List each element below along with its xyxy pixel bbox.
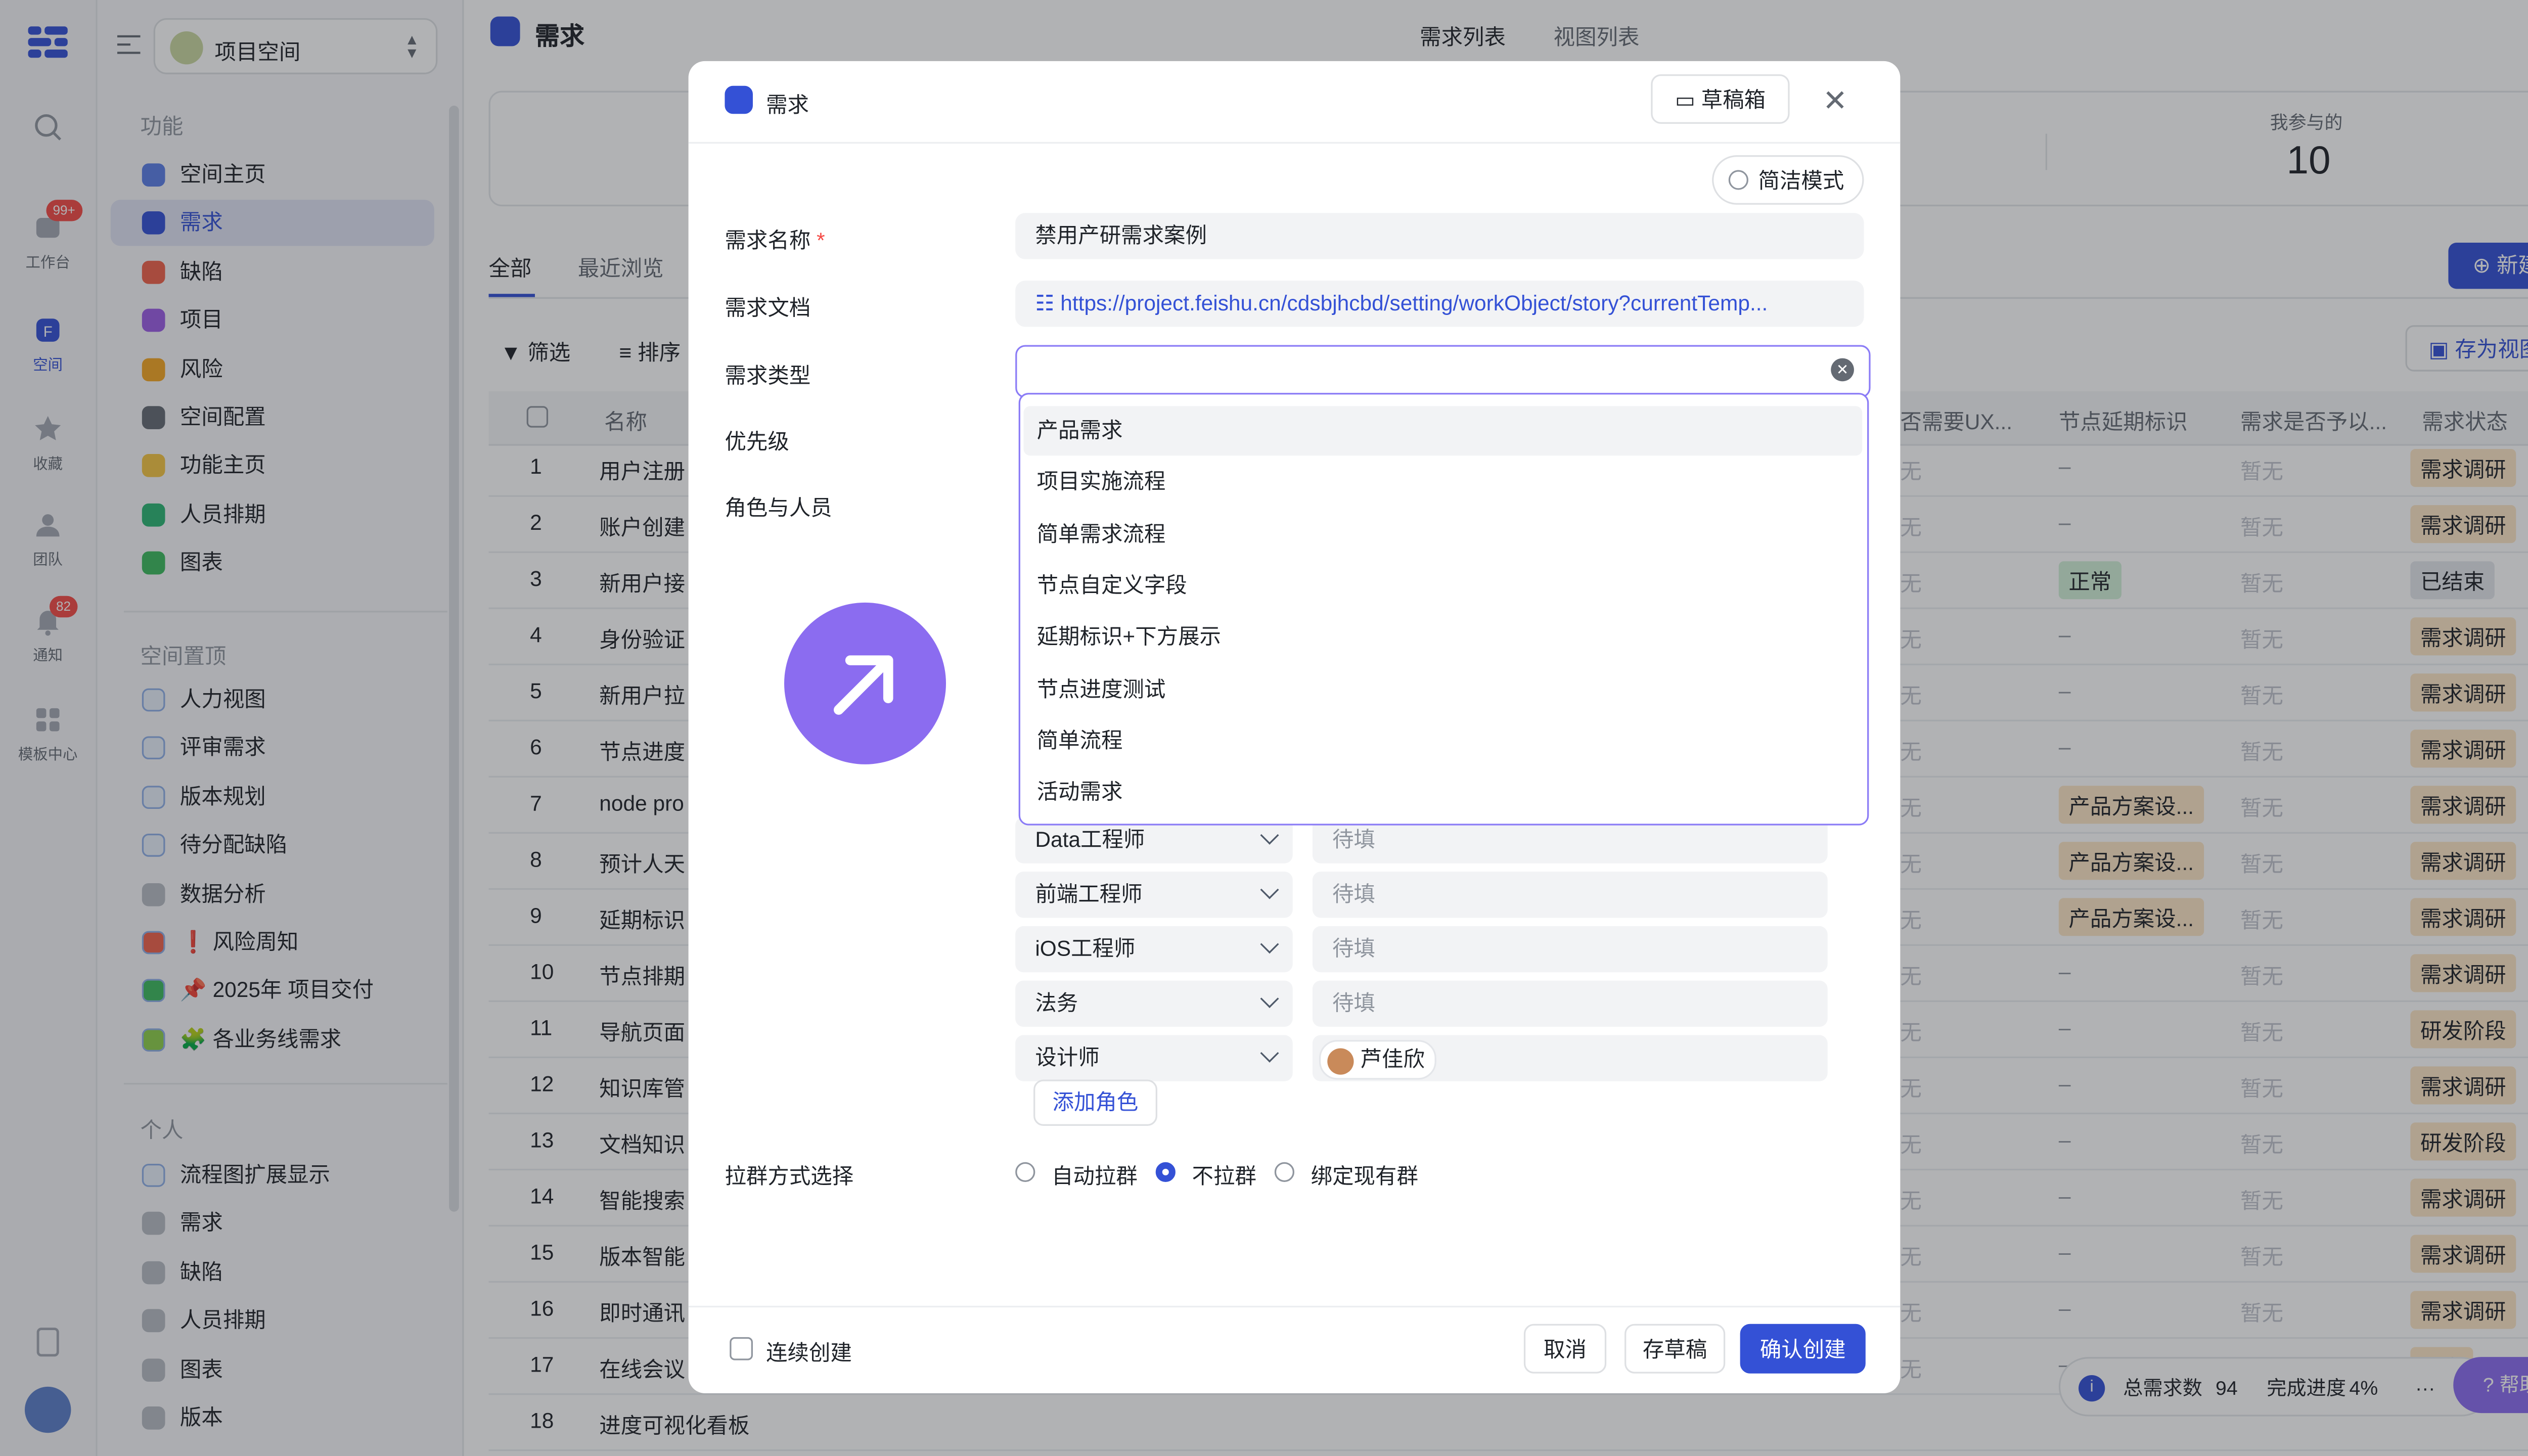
person-field[interactable]: 待填	[1312, 980, 1828, 1027]
name-label: 需求名称 *	[725, 228, 825, 253]
group-option[interactable]: 不拉群	[1155, 1159, 1256, 1190]
chevron-down-icon	[1260, 880, 1279, 899]
priority-label: 优先级	[725, 429, 789, 454]
doc-label: 需求文档	[725, 295, 811, 321]
type-option[interactable]: 延期标识+下方展示	[1023, 613, 1862, 662]
chevron-down-icon	[1260, 826, 1279, 845]
type-option[interactable]: 产品需求	[1023, 406, 1863, 456]
required-mark: *	[817, 228, 825, 253]
drafts-button[interactable]: ▭ 草稿箱	[1651, 74, 1790, 124]
group-option[interactable]: 绑定现有群	[1274, 1159, 1418, 1190]
modal-title: 需求	[766, 92, 809, 117]
person-field[interactable]: 芦佳欣	[1312, 1035, 1828, 1081]
type-option[interactable]: 节点自定义字段	[1023, 561, 1862, 611]
chevron-down-icon	[1260, 1043, 1279, 1063]
simple-mode-toggle[interactable]: 简洁模式	[1712, 155, 1864, 205]
continuous-label: 连续创建	[766, 1340, 852, 1366]
cancel-button[interactable]: 取消	[1523, 1324, 1607, 1374]
close-icon[interactable]: ✕	[1823, 84, 1847, 119]
clear-icon[interactable]: ✕	[1831, 358, 1854, 382]
group-label: 拉群方式选择	[725, 1164, 854, 1189]
arrow-up-right-icon	[833, 655, 893, 715]
type-label: 需求类型	[725, 363, 811, 388]
save-draft-button[interactable]: 存草稿	[1624, 1324, 1726, 1374]
type-select-input[interactable]: ✕	[1015, 345, 1871, 398]
name-input[interactable]: 禁用产研需求案例	[1015, 213, 1864, 259]
doc-link-field[interactable]: ☷ https://project.feishu.cn/cdsbjhcbd/se…	[1015, 281, 1864, 327]
chevron-down-icon	[1260, 989, 1279, 1008]
continuous-checkbox[interactable]	[730, 1337, 753, 1360]
add-role-button[interactable]: 添加角色	[1033, 1079, 1157, 1126]
type-option[interactable]: 节点进度测试	[1023, 664, 1862, 714]
avatar	[1327, 1048, 1354, 1074]
person-chip[interactable]: 芦佳欣	[1319, 1040, 1436, 1080]
type-option[interactable]: 项目实施流程	[1023, 458, 1862, 507]
chevron-down-icon	[1260, 935, 1279, 954]
radio-button[interactable]	[1155, 1162, 1176, 1182]
role-select[interactable]: 设计师	[1015, 1035, 1293, 1081]
simple-mode-radio	[1728, 170, 1748, 190]
doc-link-icon: ☷	[1035, 290, 1055, 315]
inbox-icon: ▭	[1675, 87, 1695, 113]
role-select[interactable]: iOS工程师	[1015, 926, 1293, 973]
radio-button[interactable]	[1274, 1162, 1294, 1182]
roles-label: 角色与人员	[725, 495, 832, 520]
role-select[interactable]: 法务	[1015, 980, 1293, 1027]
type-dropdown: 产品需求 项目实施流程 简单需求流程 节点自定义字段 延期标识+下方展示 节点进度测试 简单…	[1018, 393, 1869, 826]
cursor-indicator	[784, 602, 946, 764]
type-option[interactable]: 简单流程	[1023, 716, 1862, 765]
role-select[interactable]: 前端工程师	[1015, 872, 1293, 918]
type-option[interactable]: 活动需求	[1023, 768, 1862, 817]
person-field[interactable]: 待填	[1312, 926, 1828, 973]
type-option[interactable]: 简单需求流程	[1023, 510, 1862, 559]
confirm-create-button[interactable]: 确认创建	[1740, 1324, 1866, 1374]
person-field[interactable]: 待填	[1312, 872, 1828, 918]
group-option[interactable]: 自动拉群	[1015, 1159, 1138, 1190]
radio-button[interactable]	[1015, 1162, 1035, 1182]
requirement-icon	[725, 85, 753, 114]
